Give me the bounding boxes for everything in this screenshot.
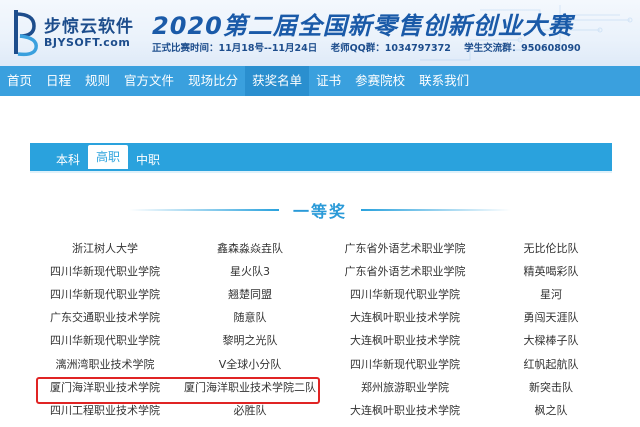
nav-item-official-docs[interactable]: 官方文件 [117,66,181,96]
student-group: 学生交流群：950608090 [464,43,581,54]
logo-url: BJYSOFT.com [44,36,131,49]
team-cell: 必胜队 [233,403,267,417]
award-title: 一等奖 [292,202,347,221]
school-cell: 四川华新现代职业学院 [50,264,160,278]
school-cell: 广东省外语艺术职业学院 [344,264,466,278]
team-cell: 勇闯天涯队 [523,311,579,325]
team-cell: 鑫森淼焱垚队 [217,241,283,255]
nav-item-live-scores[interactable]: 现场比分 [181,66,245,96]
award-line-left [128,209,279,211]
table-row: 漓洲湾职业技术学院 V全球小分队 四川华新现代职业学院 红帆起航队 [30,352,612,375]
contest-info: 正式比赛时间：11月18号--11月24日 老师QQ群：1034797372 学… [152,40,591,54]
table-row: 浙江树人大学 鑫森淼焱垚队 广东省外语艺术职业学院 无比伦比队 [30,236,612,259]
school-cell: 四川工程职业技术学院 [50,403,160,417]
tabs-divider [30,171,612,173]
nav-item-contact[interactable]: 联系我们 [412,66,476,96]
school-cell: 郑州旅游职业学院 [361,380,449,394]
nav-item-schools[interactable]: 参赛院校 [348,66,412,96]
team-cell: 新突击队 [529,380,573,394]
school-cell: 大连枫叶职业技术学院 [350,334,460,348]
award-line-right [361,209,511,211]
team-cell: 随意队 [233,311,267,325]
level-tabs: 本科 高职 中职 [30,143,612,171]
team-cell: V全球小分队 [218,357,282,371]
nav-item-home[interactable]: 首页 [0,66,39,96]
school-cell: 四川华新现代职业学院 [50,287,160,301]
main-nav: 首页 日程 规则 官方文件 现场比分 获奖名单 证书 参赛院校 联系我们 [0,66,640,96]
team-cell: 大樑棒子队 [523,334,579,348]
school-cell: 浙江树人大学 [72,241,138,255]
highlight-annotation-box [36,377,320,404]
nav-item-rules[interactable]: 规则 [78,66,117,96]
tab-vocational-college[interactable]: 高职 [88,145,129,169]
school-cell: 大连枫叶职业技术学院 [350,403,460,417]
nav-item-certificates[interactable]: 证书 [309,66,348,96]
logo-mark-icon [14,10,38,57]
contest-schedule: 正式比赛时间：11月18号--11月24日 [152,43,318,54]
school-cell: 广东省外语艺术职业学院 [344,241,466,255]
tab-secondary-vocational[interactable]: 中职 [128,149,168,171]
tab-undergraduate[interactable]: 本科 [48,149,88,171]
school-cell: 四川华新现代职业学院 [50,334,160,348]
school-cell: 漓洲湾职业技术学院 [55,357,155,371]
teacher-qq-group: 老师QQ群：1034797372 [330,43,451,54]
table-row: 广东交通职业技术学院 随意队 大连枫叶职业技术学院 勇闯天涯队 [30,306,612,329]
school-cell: 大连枫叶职业技术学院 [350,311,460,325]
contest-title: 2020第二届全国新零售创新创业大赛 [152,12,573,40]
nav-item-winners[interactable]: 获奖名单 [245,66,310,96]
table-row: 四川华新现代职业学院 翘楚同盟 四川华新现代职业学院 星河 [30,282,612,305]
team-cell: 无比伦比队 [523,241,579,255]
school-cell: 四川华新现代职业学院 [350,357,460,371]
nav-item-schedule[interactable]: 日程 [39,66,78,96]
team-cell: 枫之队 [534,403,568,417]
school-cell: 四川华新现代职业学院 [350,287,460,301]
header-banner: 步惊云软件 BJYSOFT.com 2020第二届全国新零售创新创业大赛 正式比… [0,0,640,66]
table-row: 四川华新现代职业学院 星火队3 广东省外语艺术职业学院 精英喝彩队 [30,259,612,282]
logo[interactable]: 步惊云软件 BJYSOFT.com [4,4,144,62]
team-cell: 黎明之光队 [222,334,278,348]
team-cell: 翘楚同盟 [228,287,272,301]
team-cell: 星河 [540,287,562,301]
logo-name: 步惊云软件 [44,17,134,37]
team-cell: 星火队3 [230,264,270,278]
table-row: 四川华新现代职业学院 黎明之光队 大连枫叶职业技术学院 大樑棒子队 [30,329,612,352]
team-cell: 精英喝彩队 [523,264,579,278]
team-cell: 红帆起航队 [523,357,579,371]
school-cell: 广东交通职业技术学院 [50,311,160,325]
award-heading: 一等奖 [0,198,640,222]
